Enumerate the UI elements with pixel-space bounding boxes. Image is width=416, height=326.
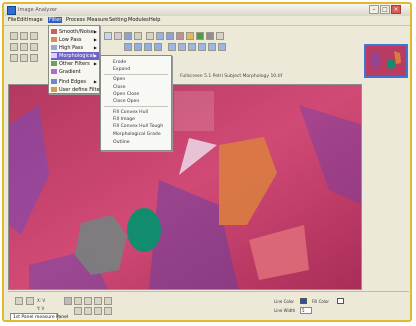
- x-label: X: V: [37, 298, 46, 303]
- image-thumbnail[interactable]: [364, 44, 408, 78]
- tool-row2-2[interactable]: [134, 43, 142, 51]
- menu-setting[interactable]: Setting: [108, 17, 128, 23]
- ellipse-tool-icon[interactable]: [94, 307, 102, 315]
- app-icon: [7, 6, 16, 15]
- tool-row2-5[interactable]: [168, 43, 176, 51]
- histogram-icon[interactable]: [176, 32, 184, 40]
- tool-row2-1[interactable]: [124, 43, 132, 51]
- line-color-label: Line Color: [274, 299, 295, 304]
- filter-menu-item[interactable]: Gradient: [51, 68, 99, 76]
- filter-menu-item[interactable]: User define Filter: [51, 86, 102, 94]
- tool-row2-7[interactable]: [188, 43, 196, 51]
- settings-icon[interactable]: [206, 32, 214, 40]
- menu-filter[interactable]: Filter: [48, 17, 63, 23]
- shape-tool-icon[interactable]: [64, 297, 72, 305]
- color-icon[interactable]: [196, 32, 204, 40]
- menu-image[interactable]: Image: [26, 17, 44, 23]
- submenu-item[interactable]: Expand: [113, 67, 130, 72]
- grid-icon[interactable]: [156, 32, 164, 40]
- circle-tool-icon[interactable]: [84, 297, 92, 305]
- fill-color-swatch[interactable]: [337, 298, 344, 304]
- filter-menu-item[interactable]: High Pass ▶: [51, 44, 99, 52]
- submenu-item[interactable]: Outline: [113, 140, 130, 145]
- submenu-item[interactable]: Close Open: [113, 99, 139, 104]
- tool-row2-8[interactable]: [198, 43, 206, 51]
- filter-menu-item[interactable]: Low Pass ▶: [51, 36, 99, 44]
- measure-icon[interactable]: [186, 32, 194, 40]
- menu-measure[interactable]: Measure: [86, 17, 109, 23]
- submenu-separator: [104, 106, 168, 107]
- tool-row2-6[interactable]: [178, 43, 186, 51]
- save-icon[interactable]: [30, 32, 38, 40]
- tool-button-a[interactable]: [15, 297, 23, 305]
- tool-row2-4[interactable]: [154, 43, 162, 51]
- line-width-label: Line Width: [274, 308, 296, 313]
- line-width-field[interactable]: 5: [300, 307, 312, 314]
- menu-process[interactable]: Process: [65, 17, 86, 23]
- line-color-swatch[interactable]: [300, 298, 307, 304]
- menu-modules[interactable]: Modules: [127, 17, 150, 23]
- draw-icon[interactable]: [114, 32, 122, 40]
- point-tool-icon[interactable]: [84, 307, 92, 315]
- zoom-icon[interactable]: [10, 54, 18, 62]
- microscopy-image: [9, 85, 361, 289]
- undo-icon[interactable]: [10, 43, 18, 51]
- layers-icon[interactable]: [166, 32, 174, 40]
- new-file-icon[interactable]: [10, 32, 18, 40]
- fill-color-label: Fill Color: [312, 299, 330, 304]
- y-label: Y: V: [37, 306, 45, 311]
- morphological-submenu: Erode Expand Open Close Open Close Close…: [100, 55, 172, 151]
- close-icon[interactable]: ×: [391, 5, 401, 14]
- app-window: Image Analyzer – □ × File Edit Image Fil…: [2, 2, 412, 322]
- thumbnail-preview: [366, 46, 406, 76]
- filter-menu-item[interactable]: Find Edges ▶: [51, 78, 99, 86]
- palette-icon[interactable]: [104, 32, 112, 40]
- rotate-tool-icon[interactable]: [104, 297, 112, 305]
- pan-tool-icon[interactable]: [74, 307, 82, 315]
- submenu-item[interactable]: Fill Convex Hull: [113, 110, 148, 115]
- submenu-item[interactable]: Morphological Grade: [113, 132, 161, 137]
- submenu-item[interactable]: Close: [113, 85, 126, 90]
- rect-tool-icon[interactable]: [74, 297, 82, 305]
- pointer-icon[interactable]: [20, 54, 28, 62]
- paste-icon[interactable]: [30, 43, 38, 51]
- ruler-icon[interactable]: [146, 32, 154, 40]
- filter-menu: Smooth/Noise ▶ Low Pass ▶ High Pass ▶ Morph…: [48, 25, 102, 94]
- image-caption: Fullscreen 5.1 Petri Subject Morphology …: [180, 74, 283, 79]
- tool-button-b[interactable]: [26, 297, 34, 305]
- submenu-separator: [104, 74, 168, 75]
- open-file-icon[interactable]: [20, 32, 28, 40]
- maximize-icon[interactable]: □: [380, 5, 390, 14]
- filter-menu-item-active[interactable]: Morphological ▶: [51, 52, 99, 60]
- submenu-item[interactable]: Erode: [113, 60, 126, 65]
- crop-icon[interactable]: [134, 32, 142, 40]
- minimize-icon[interactable]: –: [369, 5, 379, 14]
- search-icon[interactable]: [216, 32, 224, 40]
- tool-row2-10[interactable]: [218, 43, 226, 51]
- select-icon[interactable]: [124, 32, 132, 40]
- menu-help[interactable]: Help: [148, 17, 161, 23]
- brush-icon[interactable]: [30, 54, 38, 62]
- redo-icon[interactable]: [20, 43, 28, 51]
- tool-row2-9[interactable]: [208, 43, 216, 51]
- submenu-item[interactable]: Open Close: [113, 92, 139, 97]
- submenu-item[interactable]: Fill Image: [113, 117, 135, 122]
- image-canvas[interactable]: [8, 84, 362, 290]
- line-tool-icon[interactable]: [94, 297, 102, 305]
- submenu-item[interactable]: Open: [113, 77, 125, 82]
- filter-menu-item[interactable]: Other Filters ▶: [51, 60, 99, 68]
- submenu-item[interactable]: Fill Convex Hull Tough: [113, 124, 163, 129]
- filter-menu-item[interactable]: Smooth/Noise ▶: [51, 28, 99, 36]
- tool-row2-3[interactable]: [144, 43, 152, 51]
- window-title: Image Analyzer: [18, 7, 58, 13]
- status-tab[interactable]: 1st Panel measure Panel: [10, 313, 68, 320]
- draw-tool-icon[interactable]: [104, 307, 112, 315]
- bottom-panel: X: V Y: V Line Color Fill Color Line Wid…: [8, 291, 409, 320]
